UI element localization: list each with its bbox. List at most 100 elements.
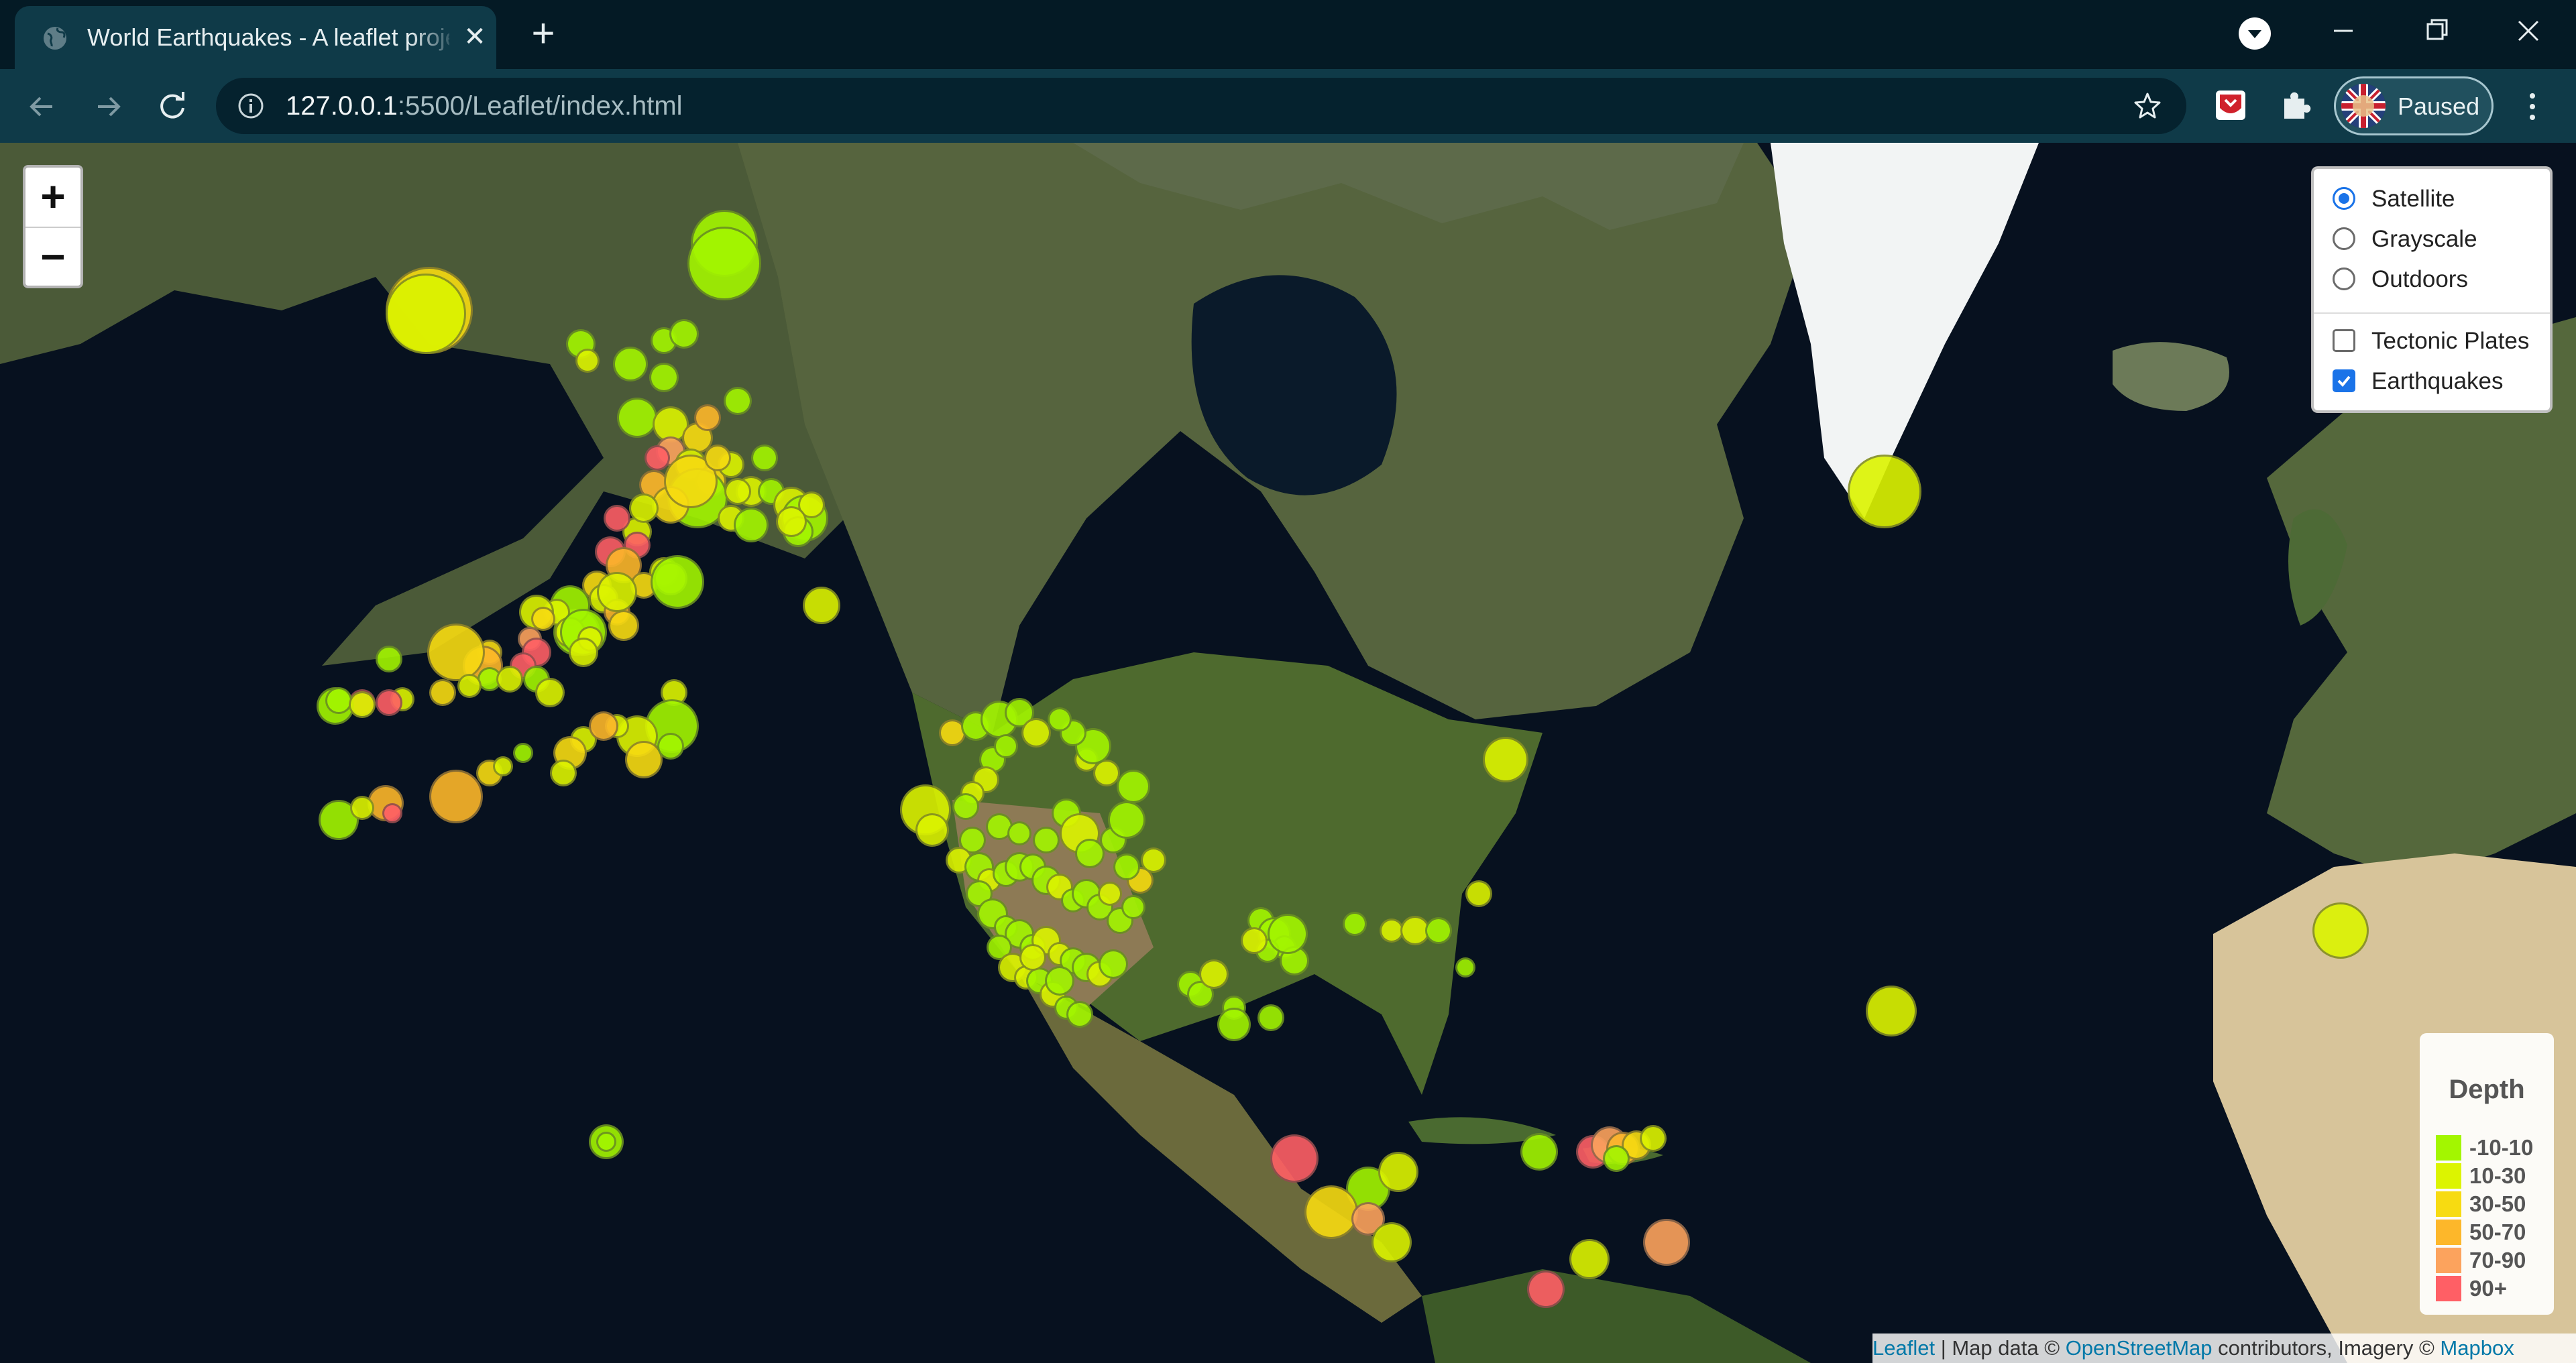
earthquake-marker[interactable] bbox=[1465, 880, 1492, 907]
earthquake-marker[interactable] bbox=[1304, 1185, 1358, 1239]
earthquake-marker[interactable] bbox=[1257, 1004, 1284, 1031]
earthquake-marker[interactable] bbox=[1113, 853, 1140, 880]
earthquake-marker[interactable] bbox=[1520, 1133, 1558, 1171]
earthquake-marker[interactable] bbox=[952, 793, 979, 820]
earthquake-marker[interactable] bbox=[1007, 821, 1031, 845]
earthquake-marker[interactable] bbox=[382, 803, 402, 823]
checkbox-tectonic-plates[interactable] bbox=[2333, 329, 2355, 352]
browser-tab[interactable]: World Earthquakes - A leaflet project ✕ bbox=[15, 6, 496, 69]
earthquake-marker[interactable] bbox=[694, 404, 721, 431]
earthquake-marker[interactable] bbox=[1108, 801, 1145, 839]
close-window-button[interactable] bbox=[2507, 11, 2550, 51]
earthquake-marker[interactable] bbox=[751, 445, 778, 471]
earthquake-marker[interactable] bbox=[604, 505, 630, 532]
earthquake-marker[interactable] bbox=[2312, 902, 2369, 959]
url-text[interactable]: 127.0.0.1:5500/Leaflet/index.html bbox=[286, 90, 683, 122]
earthquake-marker[interactable] bbox=[386, 274, 466, 354]
info-icon[interactable] bbox=[236, 91, 266, 121]
earthquake-marker[interactable] bbox=[915, 813, 949, 847]
earthquake-marker[interactable] bbox=[493, 756, 513, 776]
earthquake-marker[interactable] bbox=[724, 387, 752, 415]
earthquake-marker[interactable] bbox=[645, 445, 670, 471]
earthquake-marker[interactable] bbox=[596, 1132, 616, 1152]
radio-satellite[interactable] bbox=[2333, 187, 2355, 210]
earthquake-marker[interactable] bbox=[350, 796, 374, 820]
earthquake-marker[interactable] bbox=[1217, 1008, 1251, 1041]
earthquake-marker[interactable] bbox=[513, 743, 533, 763]
earthquake-marker[interactable] bbox=[1343, 912, 1367, 936]
earthquake-marker[interactable] bbox=[1021, 718, 1051, 748]
profile-button[interactable]: Paused bbox=[2334, 76, 2494, 135]
earthquake-marker[interactable] bbox=[457, 674, 482, 698]
earthquake-marker[interactable] bbox=[776, 506, 807, 537]
close-tab-icon[interactable]: ✕ bbox=[461, 23, 488, 50]
checkbox-earthquakes[interactable] bbox=[2333, 369, 2355, 392]
earthquake-marker[interactable] bbox=[704, 445, 731, 471]
earthquake-marker[interactable] bbox=[1141, 847, 1166, 873]
earthquake-marker[interactable] bbox=[1033, 827, 1060, 853]
earthquake-marker[interactable] bbox=[1268, 914, 1308, 954]
earthquake-marker[interactable] bbox=[1019, 944, 1046, 971]
earthquake-marker[interactable] bbox=[597, 572, 637, 612]
earthquake-marker[interactable] bbox=[1455, 957, 1475, 977]
earthquake-marker[interactable] bbox=[589, 711, 618, 741]
more-vert-icon[interactable] bbox=[2511, 85, 2554, 128]
earthquake-marker[interactable] bbox=[1848, 455, 1921, 528]
earthquake-marker[interactable] bbox=[617, 398, 657, 438]
zoom-in-button[interactable]: + bbox=[25, 168, 80, 227]
earthquake-marker[interactable] bbox=[1378, 1152, 1418, 1192]
openstreetmap-link[interactable]: OpenStreetMap bbox=[2066, 1336, 2213, 1360]
earthquake-marker[interactable] bbox=[1099, 949, 1128, 979]
earthquake-marker[interactable] bbox=[1045, 966, 1074, 996]
extension-shield-icon[interactable] bbox=[2210, 85, 2251, 125]
back-button[interactable] bbox=[20, 85, 63, 128]
mapbox-link[interactable]: Mapbox bbox=[2440, 1336, 2514, 1360]
earthquake-marker[interactable] bbox=[575, 349, 600, 373]
zoom-out-button[interactable]: − bbox=[25, 228, 80, 287]
earthquake-marker[interactable] bbox=[376, 689, 402, 716]
radio-outdoors[interactable] bbox=[2333, 268, 2355, 290]
earthquake-marker[interactable] bbox=[1241, 927, 1268, 954]
earthquake-marker[interactable] bbox=[1371, 1222, 1412, 1262]
earthquake-marker[interactable] bbox=[649, 363, 679, 392]
radio-grayscale[interactable] bbox=[2333, 227, 2355, 250]
earthquake-marker[interactable] bbox=[325, 687, 352, 714]
reload-button[interactable] bbox=[151, 85, 194, 128]
leaflet-map[interactable]: + − Satellite Grayscale Outdoors Tectoni… bbox=[0, 143, 2576, 1363]
earthquake-marker[interactable] bbox=[376, 646, 402, 672]
earthquake-marker[interactable] bbox=[1048, 707, 1072, 731]
earthquake-marker[interactable] bbox=[803, 587, 840, 624]
earthquake-marker[interactable] bbox=[349, 691, 376, 718]
earthquake-marker[interactable] bbox=[1643, 1219, 1690, 1266]
earthquake-marker[interactable] bbox=[1527, 1270, 1565, 1308]
earthquake-marker[interactable] bbox=[629, 493, 659, 523]
earthquake-marker[interactable] bbox=[1117, 770, 1150, 803]
earthquake-marker[interactable] bbox=[550, 760, 577, 786]
restore-button[interactable] bbox=[2414, 11, 2457, 51]
bookmark-star-icon[interactable] bbox=[2131, 90, 2164, 122]
earthquake-marker[interactable] bbox=[734, 508, 769, 542]
leaflet-link[interactable]: Leaflet bbox=[1872, 1336, 1935, 1360]
address-bar[interactable]: 127.0.0.1:5500/Leaflet/index.html bbox=[216, 78, 2186, 134]
earthquake-marker[interactable] bbox=[427, 624, 485, 681]
earthquake-marker[interactable] bbox=[429, 770, 483, 823]
earthquake-marker[interactable] bbox=[429, 679, 456, 706]
earthquake-marker[interactable] bbox=[1270, 1134, 1319, 1183]
earthquake-marker[interactable] bbox=[724, 478, 751, 505]
puzzle-icon[interactable] bbox=[2275, 85, 2315, 125]
earthquake-marker[interactable] bbox=[535, 678, 565, 707]
earthquake-marker[interactable] bbox=[1066, 1001, 1093, 1028]
earthquake-marker[interactable] bbox=[687, 227, 761, 300]
new-tab-button[interactable]: + bbox=[524, 13, 562, 54]
minimize-button[interactable] bbox=[2322, 11, 2365, 51]
earthquake-marker[interactable] bbox=[1425, 917, 1452, 944]
earthquake-marker[interactable] bbox=[1569, 1239, 1610, 1279]
earthquake-marker[interactable] bbox=[1121, 895, 1145, 919]
earthquake-marker[interactable] bbox=[608, 610, 639, 641]
earthquake-marker[interactable] bbox=[569, 638, 598, 667]
earthquake-marker[interactable] bbox=[1199, 959, 1229, 989]
tab-search-button[interactable] bbox=[2239, 17, 2271, 50]
forward-button[interactable] bbox=[87, 85, 130, 128]
earthquake-marker[interactable] bbox=[657, 733, 684, 760]
earthquake-marker[interactable] bbox=[613, 347, 648, 381]
